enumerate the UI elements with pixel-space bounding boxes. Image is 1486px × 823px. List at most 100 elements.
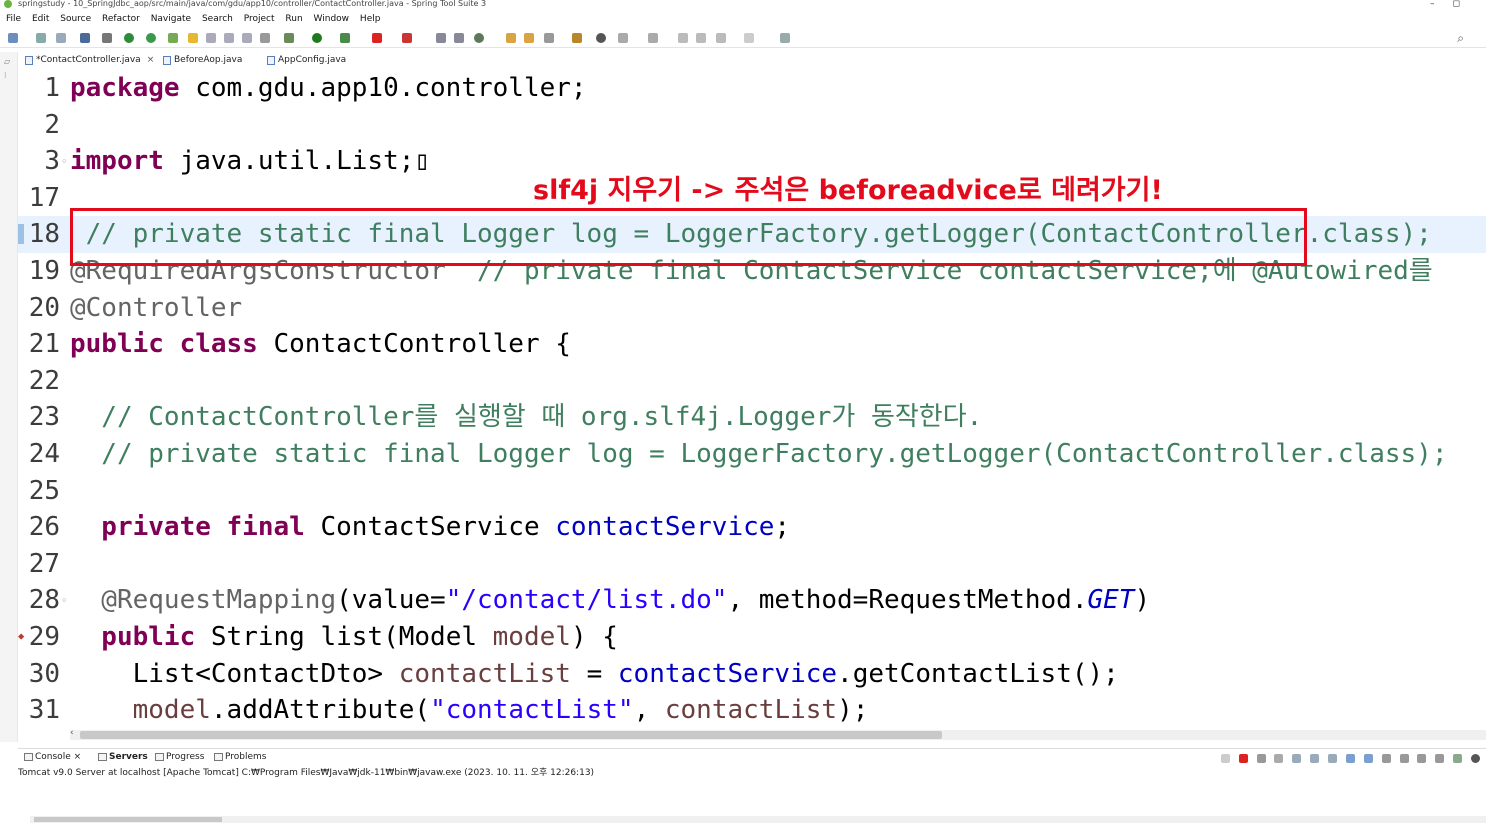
maximize-button[interactable]: ◻ (1453, 0, 1478, 9)
whitespace-icon[interactable] (260, 33, 270, 43)
search-task-icon[interactable] (524, 33, 534, 43)
block-selection-icon[interactable] (224, 33, 234, 43)
back-icon[interactable] (716, 33, 726, 43)
tab-contact-controller[interactable]: *ContactController.java × (22, 52, 154, 68)
scroll-lock-icon[interactable] (1310, 754, 1320, 763)
forward-icon[interactable] (744, 33, 754, 43)
next-annotation-icon[interactable] (618, 33, 628, 43)
boot-dashboard-icon[interactable] (124, 33, 134, 43)
clear-console-icon[interactable] (1292, 754, 1302, 763)
line-number: 1 (44, 73, 60, 103)
tab-app-config[interactable]: AppConfig.java (264, 52, 346, 68)
search-icon[interactable]: ⌕ (1457, 31, 1464, 46)
save-all-icon[interactable] (56, 33, 66, 43)
code-line[interactable]: 28 ◦ @RequestMapping(value="/contact/list… (18, 582, 1486, 619)
toggle-icon[interactable] (206, 33, 216, 43)
remove-all-icon[interactable] (1274, 754, 1284, 763)
prev-annotation-icon[interactable] (648, 33, 658, 43)
code-line[interactable]: 26 private final ContactService contactS… (18, 509, 1486, 546)
show-stdout-icon[interactable] (1345, 754, 1355, 763)
coverage-icon[interactable] (340, 33, 350, 43)
skip-breakpoints-icon[interactable] (102, 33, 112, 43)
open-task-icon[interactable] (506, 33, 516, 43)
minimize-button[interactable]: – (1430, 0, 1453, 9)
last-edit-icon[interactable] (678, 33, 688, 43)
menu-refactor[interactable]: Refactor (102, 12, 140, 26)
menu-help[interactable]: Help (360, 12, 381, 26)
tab-console[interactable]: Console × (22, 749, 81, 765)
line-number: 30 (28, 658, 60, 689)
menu-window[interactable]: Window (314, 12, 350, 26)
pen-icon[interactable] (544, 33, 554, 43)
new-class-icon[interactable] (474, 33, 484, 43)
scroll-thumb[interactable] (34, 817, 222, 822)
stop-icon[interactable] (372, 33, 382, 43)
line-number: 27 (28, 548, 60, 579)
fold-toggle-icon[interactable]: ◦ (61, 582, 68, 619)
scroll-thumb[interactable] (80, 731, 942, 739)
tab-label: Problems (225, 752, 267, 762)
run-icon[interactable] (312, 33, 322, 43)
scroll-left-icon[interactable]: ‹ (70, 728, 74, 738)
code-line[interactable]: 20 @Controller (18, 290, 1486, 327)
word-wrap-icon[interactable] (1328, 754, 1337, 763)
menu-file[interactable]: File (6, 12, 21, 26)
external-tools-icon[interactable] (402, 33, 412, 43)
code-line[interactable]: 31 model.addAttribute("contactList", con… (18, 692, 1486, 729)
restore-icon[interactable]: ▱ (4, 58, 12, 66)
fold-toggle-icon[interactable]: ◦ (61, 143, 68, 180)
menu-edit[interactable]: Edit (32, 12, 49, 26)
open-type-icon[interactable] (168, 33, 178, 43)
globe-icon[interactable] (596, 33, 606, 43)
code-line[interactable]: 2 (18, 107, 1486, 144)
window-controls[interactable]: –◻ (1430, 0, 1478, 9)
menu-project[interactable]: Project (244, 12, 275, 26)
code-line[interactable]: 23 // ContactController를 실행할 때 org.slf4j… (18, 399, 1486, 436)
save-icon[interactable] (36, 33, 46, 43)
display-console-icon[interactable] (1399, 754, 1409, 763)
pin-editor-icon[interactable] (780, 33, 790, 43)
mark-occurrences-icon[interactable] (188, 33, 198, 43)
terminate-icon[interactable] (1238, 754, 1248, 763)
new-server-icon[interactable] (436, 33, 446, 43)
close-icon[interactable]: × (74, 752, 82, 762)
code-line[interactable]: 1 package com.gdu.app10.controller; (18, 70, 1486, 107)
code-line[interactable]: 25 (18, 473, 1486, 510)
back-edit-icon[interactable] (696, 33, 706, 43)
code-line[interactable]: 21 public class ContactController { (18, 326, 1486, 363)
show-stderr-icon[interactable] (1363, 754, 1373, 763)
new-icon[interactable] (8, 33, 18, 43)
terminal-icon[interactable] (80, 33, 90, 43)
horizontal-scrollbar[interactable]: ‹ (70, 728, 1486, 740)
remove-launch-icon[interactable] (1256, 754, 1266, 763)
close-icon[interactable]: × (147, 55, 155, 65)
menu-run[interactable]: Run (285, 12, 302, 26)
tab-progress[interactable]: Progress (153, 749, 204, 765)
menu-source[interactable]: Source (60, 12, 91, 26)
code-line[interactable]: 30 List<ContactDto> contactList = contac… (18, 656, 1486, 693)
new-package-icon[interactable] (454, 33, 464, 43)
menu-navigate[interactable]: Navigate (151, 12, 191, 26)
tab-servers[interactable]: Servers (96, 749, 148, 765)
annotation-icon[interactable] (572, 33, 582, 43)
gear-icon[interactable] (1471, 754, 1480, 763)
console-output[interactable] (18, 780, 1486, 816)
spring-icon[interactable] (146, 33, 156, 43)
word-wrap-icon[interactable] (242, 33, 252, 43)
code-line[interactable]: 27 (18, 546, 1486, 583)
open-console-icon[interactable] (1417, 754, 1427, 763)
code-line[interactable]: ⬥ 29 public String list(Model model) { (18, 619, 1486, 656)
debug-icon[interactable] (284, 33, 294, 43)
maximize-icon[interactable] (1453, 754, 1463, 763)
minimize-icon[interactable] (1435, 754, 1445, 763)
code-line[interactable]: 22 (18, 363, 1486, 400)
tab-before-aop[interactable]: BeforeAop.java (160, 52, 242, 68)
outline-icon[interactable]: ⁝ (4, 72, 12, 80)
pin-console-icon[interactable] (1381, 754, 1391, 763)
code-text: @RequestMapping(value="/contact/list.do"… (70, 582, 1150, 619)
tab-problems[interactable]: Problems (212, 749, 266, 765)
pin-icon[interactable] (1220, 754, 1230, 763)
menu-search[interactable]: Search (202, 12, 233, 26)
code-line[interactable]: 24 // private static final Logger log = … (18, 436, 1486, 473)
console-scrollbar[interactable] (30, 816, 1486, 823)
